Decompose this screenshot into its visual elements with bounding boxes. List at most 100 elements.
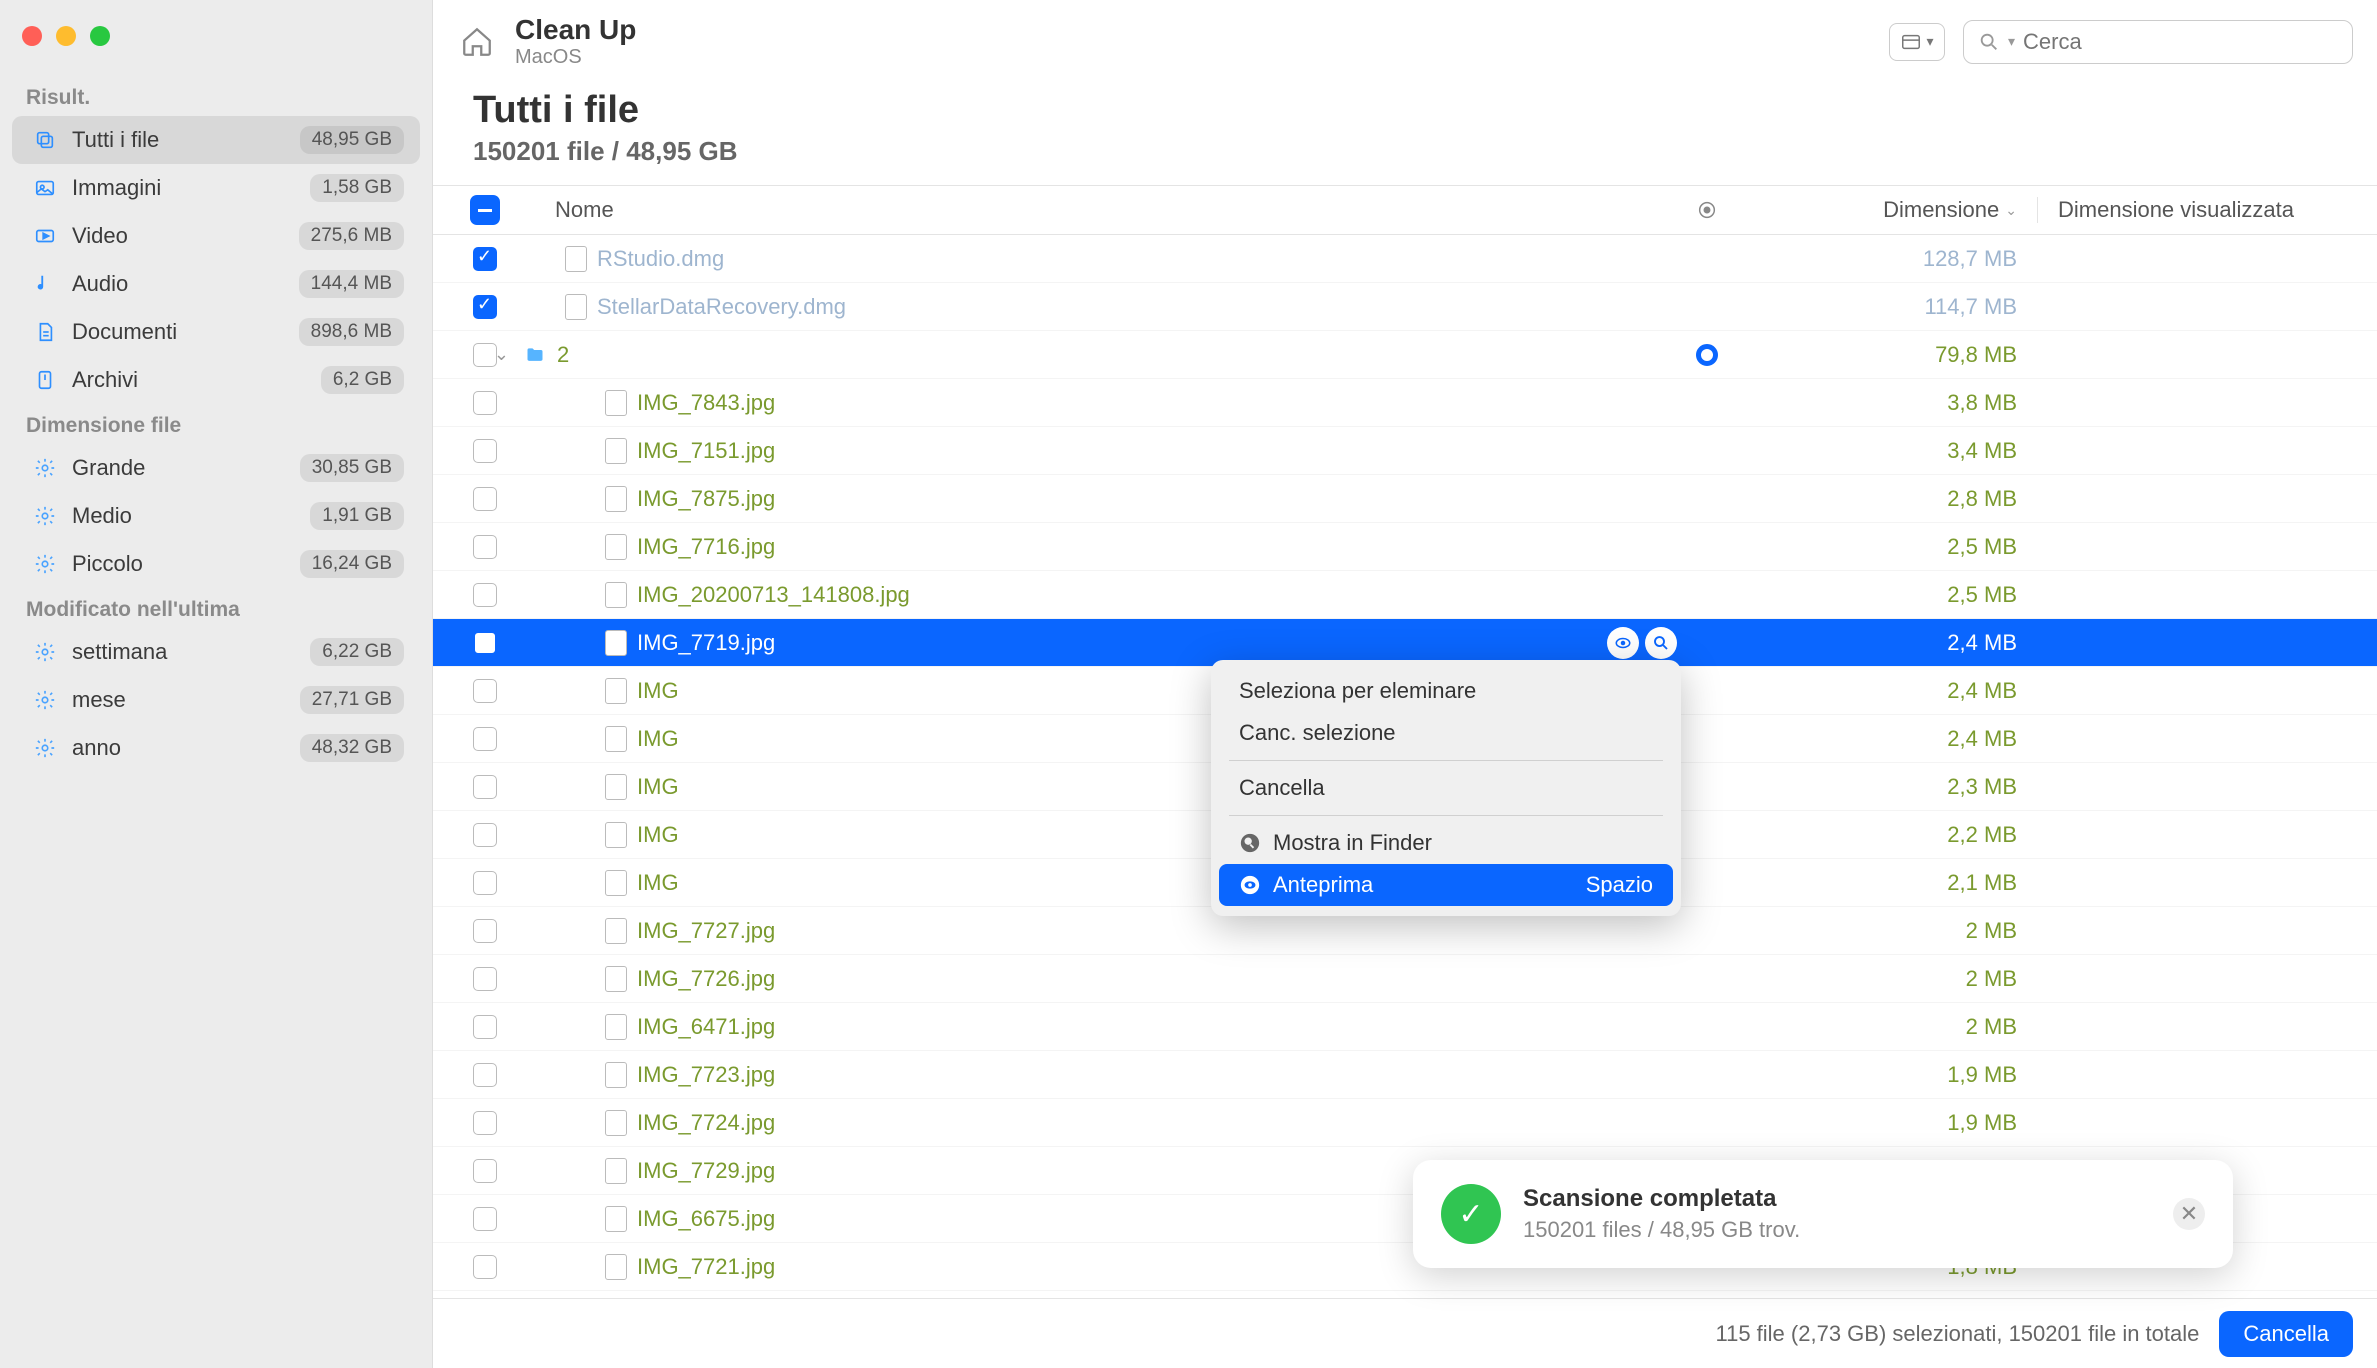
row-checkbox[interactable] <box>453 583 517 607</box>
sidebar-item-label: Tutti i file <box>62 127 300 153</box>
category-icon <box>28 505 62 527</box>
menu-select-to-delete[interactable]: Seleziona per eleminare <box>1219 670 1673 712</box>
radio-selected[interactable] <box>1696 344 1718 366</box>
search-icon <box>1978 31 2000 53</box>
sidebar-item-badge: 144,4 MB <box>299 270 404 298</box>
row-checkbox[interactable] <box>453 247 517 271</box>
file-name: IMG_7724.jpg <box>637 1110 1677 1136</box>
row-checkbox[interactable] <box>453 727 517 751</box>
file-size: 2,4 MB <box>1737 678 2037 704</box>
row-checkbox[interactable] <box>453 967 517 991</box>
row-checkbox[interactable] <box>453 823 517 847</box>
row-checkbox[interactable] <box>453 1207 517 1231</box>
row-checkbox[interactable] <box>453 1015 517 1039</box>
file-icon <box>605 1158 627 1184</box>
row-checkbox[interactable] <box>453 1255 517 1279</box>
sidebar-item-label: Archivi <box>62 367 321 393</box>
sidebar-item-archivi[interactable]: Archivi 6,2 GB <box>12 356 420 404</box>
folder-row[interactable]: ⌄ 2 79,8 MB <box>433 331 2377 379</box>
file-icon <box>605 918 627 944</box>
file-row[interactable]: StellarDataRecovery.dmg 114,7 MB <box>433 283 2377 331</box>
row-checkbox[interactable] <box>453 487 517 511</box>
menu-cancel[interactable]: Cancella <box>1219 767 1673 809</box>
view-toggle-button[interactable]: ▾ <box>1889 23 1945 61</box>
minimize-window-button[interactable] <box>56 26 76 46</box>
sidebar-item-tutti-i-file[interactable]: Tutti i file 48,95 GB <box>12 116 420 164</box>
window-title: Clean Up <box>515 14 1871 46</box>
file-row[interactable]: IMG_7875.jpg 2,8 MB <box>433 475 2377 523</box>
file-size: 2,2 MB <box>1737 822 2037 848</box>
sidebar-section-results: Risult. <box>12 76 420 116</box>
file-name: IMG_7843.jpg <box>637 390 1677 416</box>
row-checkbox[interactable] <box>453 1111 517 1135</box>
file-row[interactable]: IMG_7716.jpg 2,5 MB <box>433 523 2377 571</box>
sidebar-item-immagini[interactable]: Immagini 1,58 GB <box>12 164 420 212</box>
row-checkbox[interactable] <box>453 679 517 703</box>
file-row[interactable]: IMG_7843.jpg 3,8 MB <box>433 379 2377 427</box>
column-visualized-size[interactable]: Dimensione visualizzata <box>2037 197 2357 223</box>
file-icon <box>605 1254 627 1280</box>
row-checkbox[interactable] <box>453 775 517 799</box>
category-icon <box>28 225 62 247</box>
sidebar-item-medio[interactable]: Medio 1,91 GB <box>12 492 420 540</box>
close-toast-button[interactable]: ✕ <box>2173 1198 2205 1230</box>
file-row[interactable]: IMG_7726.jpg 2 MB <box>433 955 2377 1003</box>
sidebar-item-video[interactable]: Video 275,6 MB <box>12 212 420 260</box>
sidebar-item-label: Piccolo <box>62 551 300 577</box>
file-name: RStudio.dmg <box>597 246 1677 272</box>
window-controls <box>12 20 420 76</box>
file-row[interactable]: IMG_6471.jpg 2 MB <box>433 1003 2377 1051</box>
file-row[interactable]: RStudio.dmg 128,7 MB <box>433 235 2377 283</box>
menu-preview[interactable]: Anteprima Spazio <box>1219 864 1673 906</box>
file-icon <box>605 438 627 464</box>
sidebar-item-piccolo[interactable]: Piccolo 16,24 GB <box>12 540 420 588</box>
row-checkbox[interactable] <box>453 1063 517 1087</box>
sidebar-section-size: Dimensione file <box>12 404 420 444</box>
file-name: IMG_7716.jpg <box>637 534 1677 560</box>
sidebar-item-grande[interactable]: Grande 30,85 GB <box>12 444 420 492</box>
search-box[interactable]: ▾ <box>1963 20 2353 64</box>
column-name[interactable]: Nome <box>517 197 1677 223</box>
menu-show-in-finder[interactable]: Mostra in Finder <box>1219 822 1673 864</box>
row-checkbox[interactable] <box>453 535 517 559</box>
zoom-icon[interactable] <box>1645 627 1677 659</box>
row-checkbox[interactable] <box>453 919 517 943</box>
row-checkbox[interactable] <box>453 391 517 415</box>
sidebar-item-mese[interactable]: mese 27,71 GB <box>12 676 420 724</box>
sidebar-item-label: Immagini <box>62 175 310 201</box>
chevron-down-icon[interactable]: ⌄ <box>494 344 515 365</box>
sidebar-item-anno[interactable]: anno 48,32 GB <box>12 724 420 772</box>
row-checkbox[interactable] <box>453 1159 517 1183</box>
eye-icon <box>1239 874 1261 896</box>
category-icon <box>28 369 62 391</box>
row-checkbox[interactable] <box>453 295 517 319</box>
select-all-toggle[interactable] <box>470 195 500 225</box>
sidebar-item-documenti[interactable]: Documenti 898,6 MB <box>12 308 420 356</box>
menu-cancel-selection[interactable]: Canc. selezione <box>1219 712 1673 754</box>
sidebar-item-settimana[interactable]: settimana 6,22 GB <box>12 628 420 676</box>
delete-button[interactable]: Cancella <box>2219 1311 2353 1357</box>
chevron-down-icon: ▾ <box>1926 33 1933 50</box>
file-name: IMG_20200713_141808.jpg <box>637 582 1677 608</box>
search-input[interactable] <box>2023 29 2338 55</box>
maximize-window-button[interactable] <box>90 26 110 46</box>
sidebar-item-badge: 1,91 GB <box>310 502 404 530</box>
file-row[interactable]: IMG_20200713_141808.jpg 2,5 MB <box>433 571 2377 619</box>
category-icon <box>28 641 62 663</box>
close-window-button[interactable] <box>22 26 42 46</box>
sidebar-item-audio[interactable]: Audio 144,4 MB <box>12 260 420 308</box>
column-size[interactable]: Dimensione ⌄ <box>1737 197 2037 223</box>
target-icon[interactable] <box>1696 199 1718 221</box>
file-row[interactable]: IMG_7151.jpg 3,4 MB <box>433 427 2377 475</box>
home-icon[interactable] <box>457 22 497 62</box>
row-checkbox[interactable] <box>453 439 517 463</box>
category-icon <box>28 689 62 711</box>
file-row[interactable]: IMG_7724.jpg 1,9 MB <box>433 1099 2377 1147</box>
category-icon <box>28 273 62 295</box>
sidebar-item-badge: 30,85 GB <box>300 454 404 482</box>
preview-icon[interactable] <box>1607 627 1639 659</box>
file-row[interactable]: IMG_7723.jpg 1,9 MB <box>433 1051 2377 1099</box>
row-checkbox[interactable] <box>453 631 517 655</box>
chevron-down-icon: ⌄ <box>2005 202 2017 219</box>
row-checkbox[interactable] <box>453 871 517 895</box>
